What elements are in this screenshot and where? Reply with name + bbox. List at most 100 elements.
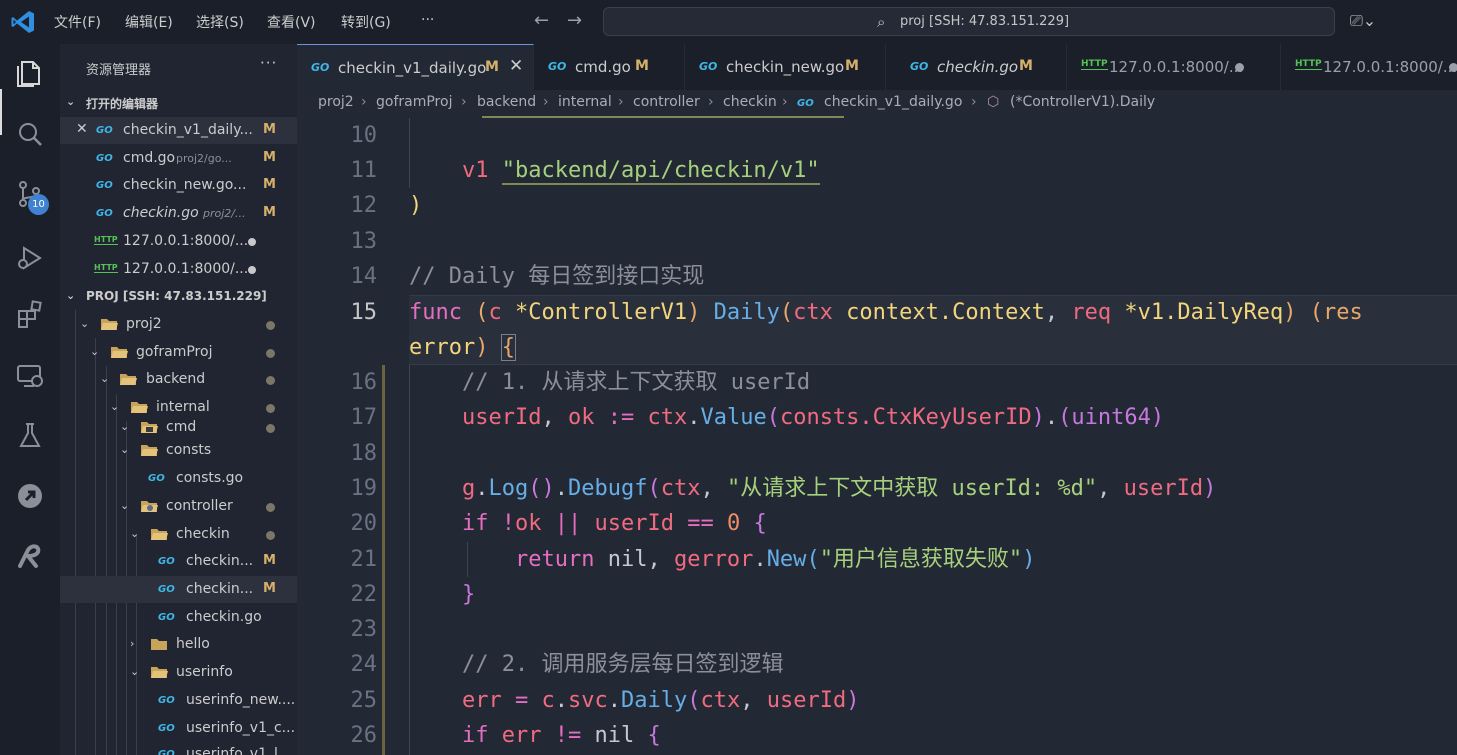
go-file-icon: GO xyxy=(96,125,113,136)
forward-arrow-icon[interactable]: → xyxy=(567,10,582,31)
tree-file[interactable]: GO checkin... M xyxy=(60,548,297,575)
open-editor-item[interactable]: HTTP 127.0.0.1:8000/... xyxy=(60,256,297,283)
open-editor-item[interactable]: ✕ GO checkin_v1_daily... M xyxy=(60,117,297,144)
menu-file[interactable]: 文件(F) xyxy=(54,12,101,32)
line-number: 18 xyxy=(350,441,378,466)
tree-file[interactable]: GO userinfo_v1_l... xyxy=(60,741,297,755)
tree-folder[interactable]: › hello xyxy=(60,631,297,658)
line-number: 21 xyxy=(350,547,378,572)
menu-edit[interactable]: 编辑(E) xyxy=(125,12,173,32)
remote-explorer-icon[interactable] xyxy=(14,360,46,392)
code-line: error) { xyxy=(409,334,517,361)
go-file-icon: GO xyxy=(96,153,113,164)
go-file-icon: GO xyxy=(158,612,175,623)
tab-http-2[interactable]: HTTP 127.0.0.1:8000/... xyxy=(1281,44,1457,90)
remote-ssh-icon[interactable] xyxy=(14,480,46,512)
folder-open-icon xyxy=(120,374,137,385)
open-editor-item[interactable]: HTTP 127.0.0.1:8000/... xyxy=(60,228,297,255)
line-number: 17 xyxy=(350,405,378,430)
tree-folder[interactable]: ⌄ goframProj xyxy=(60,339,297,366)
menu-selection[interactable]: 选择(S) xyxy=(196,12,244,32)
code-line: // 1. 从请求上下文获取 userId xyxy=(461,370,811,395)
breadcrumb-item[interactable]: backend xyxy=(477,94,536,110)
extensions-icon[interactable] xyxy=(14,298,46,330)
tree-file[interactable]: GO userinfo_new.... xyxy=(60,687,297,714)
search-activity-icon[interactable] xyxy=(14,118,46,150)
sidebar-more-button[interactable]: ··· xyxy=(260,54,277,72)
chevron-down-icon: ⌄ xyxy=(80,317,90,330)
tree-folder[interactable]: ⌄ userinfo xyxy=(60,659,297,686)
title-bar: 文件(F) 编辑(E) 选择(S) 查看(V) 转到(G) ··· ← → ⌕ … xyxy=(0,0,1457,44)
menu-more[interactable]: ··· xyxy=(421,12,434,28)
code-line: err = c.svc.Daily(ctx, userId) xyxy=(461,688,860,713)
tab-cmd[interactable]: GO cmd.go M xyxy=(534,44,685,90)
folder-open-icon xyxy=(131,402,148,413)
code-line: // 2. 调用服务层每日签到逻辑 xyxy=(461,652,784,677)
project-header[interactable]: ⌄ PROJ [SSH: 47.83.151.229] xyxy=(60,284,297,310)
line-number: 10 xyxy=(350,123,378,148)
open-editors-header[interactable]: ⌄ 打开的编辑器 xyxy=(60,90,297,116)
tree-folder[interactable]: ⌄ checkin xyxy=(60,521,297,548)
close-icon[interactable]: ✕ xyxy=(76,121,88,137)
chevron-down-icon: ⌄ xyxy=(66,95,76,108)
tree-folder[interactable]: ⌄ controller xyxy=(60,493,297,520)
line-number: 14 xyxy=(350,264,378,289)
api-client-icon[interactable] xyxy=(14,540,46,572)
tree-folder[interactable]: ⌄ backend xyxy=(60,366,297,393)
tab-checkin-new[interactable]: GO checkin_new.go M xyxy=(685,44,886,90)
testing-icon[interactable] xyxy=(14,420,46,452)
explorer-icon[interactable] xyxy=(14,56,46,88)
go-file-icon: GO xyxy=(158,723,175,734)
git-status-dot xyxy=(266,376,275,385)
close-icon[interactable]: ✕ xyxy=(509,56,523,76)
tree-folder[interactable]: ⌄ consts xyxy=(60,437,297,464)
breadcrumb-item[interactable]: proj2 xyxy=(318,94,354,110)
tree-file[interactable]: GO userinfo_v1_c... xyxy=(60,715,297,742)
chevron-right-icon: › xyxy=(130,637,135,650)
tab-checkin-v1-daily[interactable]: GO checkin_v1_daily.go M ✕ xyxy=(297,44,534,90)
open-editor-item[interactable]: GO cmd.go proj2/go... M xyxy=(60,145,297,172)
search-text: proj [SSH: 47.83.151.229] xyxy=(900,14,1070,29)
vscode-logo-icon[interactable] xyxy=(10,9,36,35)
explorer-sidebar: 资源管理器 ··· ⌄ 打开的编辑器 ✕ GO checkin_v1_daily… xyxy=(60,44,297,755)
command-center-search[interactable]: ⌕ proj [SSH: 47.83.151.229] xyxy=(603,7,1335,36)
tree-file[interactable]: GO checkin.go xyxy=(60,604,297,631)
tree-folder[interactable]: ⌄ proj2 xyxy=(60,311,297,338)
tab-http-1[interactable]: HTTP 127.0.0.1:8000/... xyxy=(1067,44,1281,90)
line-number: 16 xyxy=(350,370,378,395)
code-line: return nil, gerror.New("用户信息获取失败") xyxy=(514,547,1036,572)
git-status-dot xyxy=(266,321,275,330)
code-line: if !ok || userId == 0 { xyxy=(461,511,767,536)
tab-checkin[interactable]: GO checkin.go M xyxy=(886,44,1067,90)
go-file-icon: GO xyxy=(311,61,330,74)
tree-file[interactable]: GO consts.go xyxy=(60,465,297,492)
back-arrow-icon[interactable]: ← xyxy=(534,10,549,31)
open-editor-item[interactable]: GO checkin_new.go... M xyxy=(60,172,297,199)
editor-tabs: GO checkin_v1_daily.go M ✕ GO cmd.go M G… xyxy=(297,44,1457,90)
line-number: 12 xyxy=(350,193,378,218)
sidebar-title: 资源管理器 xyxy=(86,63,152,78)
open-editor-item[interactable]: GO checkin.go proj2/... M xyxy=(60,200,297,227)
copilot-chat-icon[interactable]: ⎚⌄ xyxy=(1350,11,1376,31)
folder-controller-icon xyxy=(141,501,158,512)
tree-file[interactable]: GO checkin... M xyxy=(60,576,297,603)
folder-open-icon xyxy=(151,529,168,540)
go-file-icon: GO xyxy=(910,60,929,73)
search-icon: ⌕ xyxy=(877,13,886,31)
breadcrumb-item[interactable]: goframProj xyxy=(376,94,452,110)
line-number: 19 xyxy=(350,476,378,501)
breadcrumb-item[interactable]: controller xyxy=(633,94,700,110)
go-file-icon: GO xyxy=(148,473,165,484)
breadcrumb-item[interactable]: (*ControllerV1).Daily xyxy=(1010,94,1155,110)
breadcrumb-item[interactable]: checkin xyxy=(723,94,777,110)
unsaved-dot-icon[interactable] xyxy=(1449,63,1457,72)
menu-view[interactable]: 查看(V) xyxy=(267,12,316,32)
run-debug-icon[interactable] xyxy=(14,242,46,274)
unsaved-dot-icon[interactable] xyxy=(1235,63,1244,72)
breadcrumb-item[interactable]: checkin_v1_daily.go xyxy=(824,94,962,110)
breadcrumb-item[interactable]: internal xyxy=(558,94,612,110)
line-number: 22 xyxy=(350,582,378,607)
menu-go[interactable]: 转到(G) xyxy=(341,12,391,32)
code-editor[interactable]: 10 11 12 13 14 15 16 17 18 19 20 21 22 2… xyxy=(297,118,1457,755)
line-number: 26 xyxy=(350,723,378,748)
